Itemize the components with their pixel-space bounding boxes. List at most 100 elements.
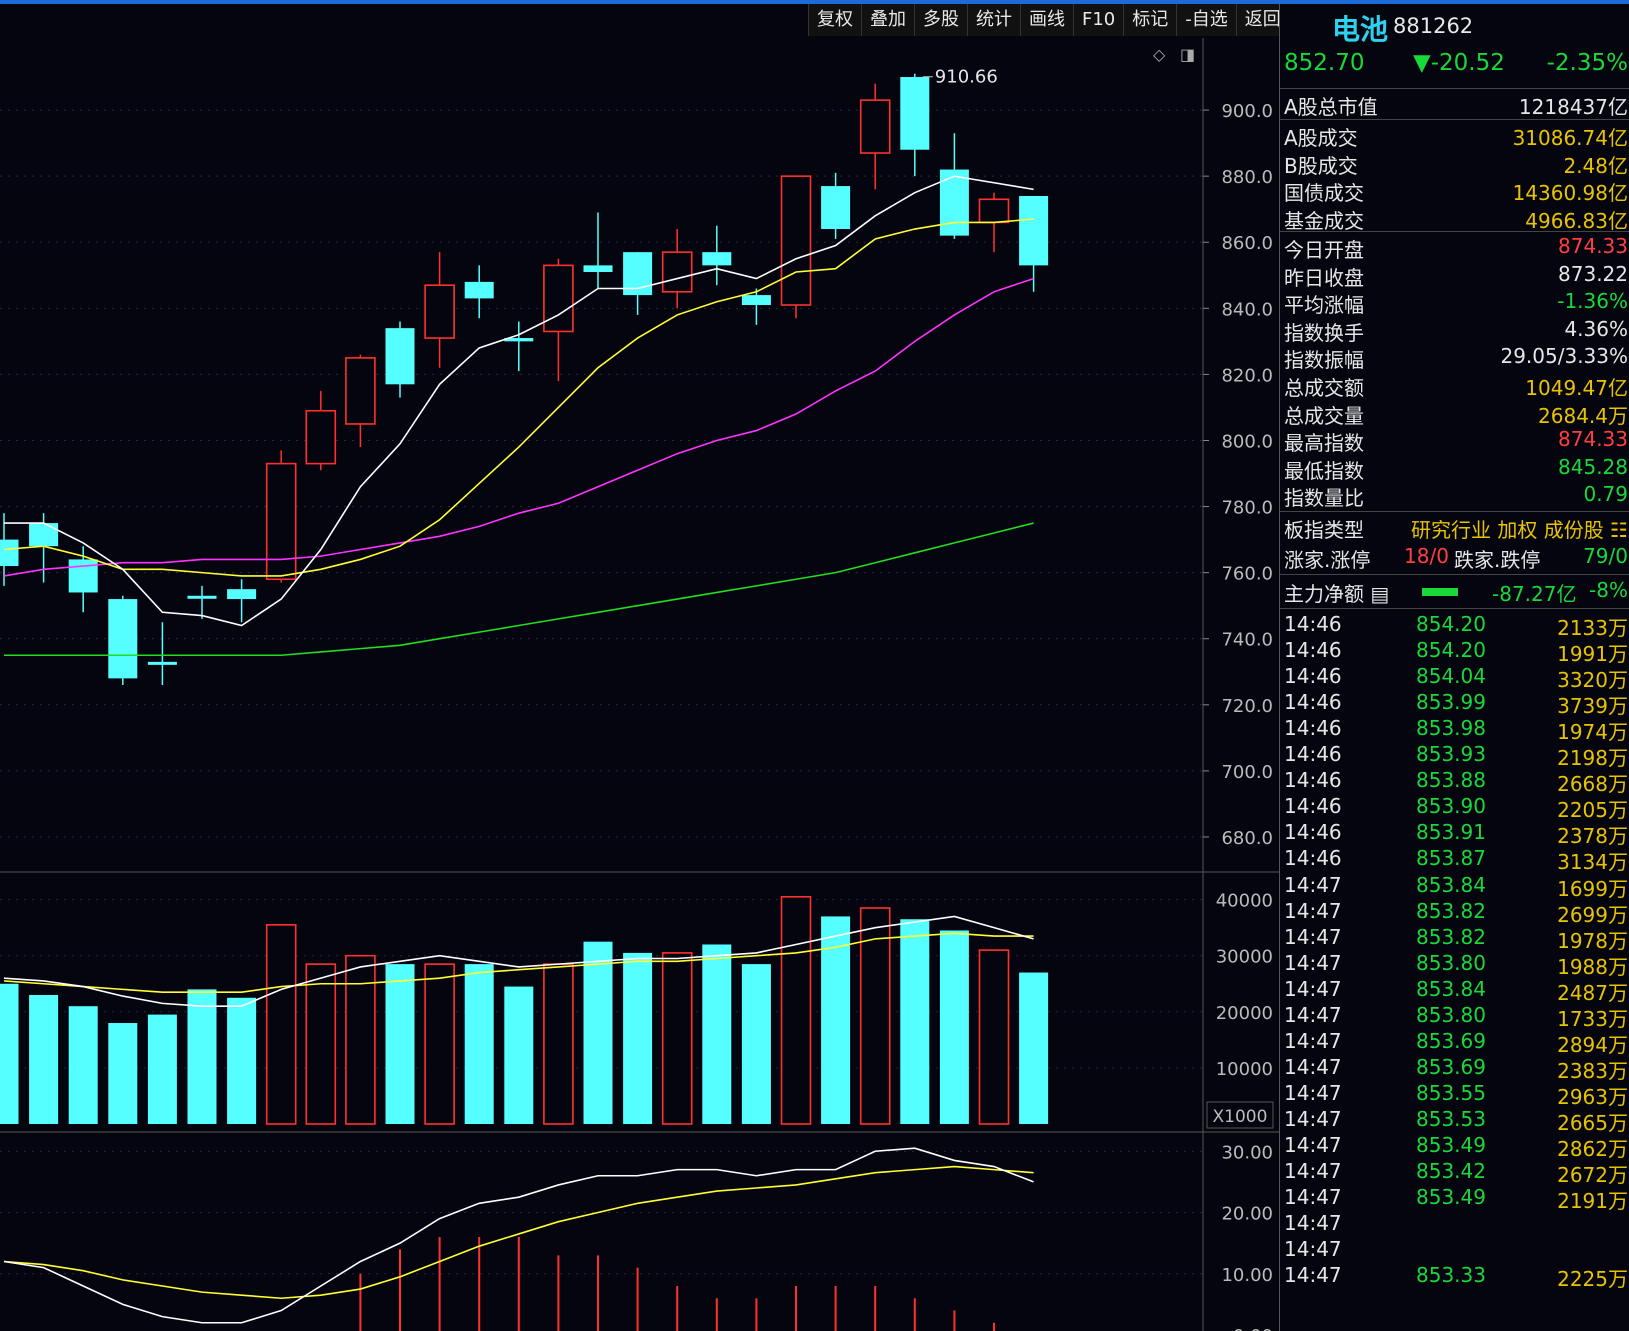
candle-body [661, 251, 693, 293]
tick-volume: 2205万 [1557, 798, 1628, 823]
candle-body [345, 357, 376, 425]
y-tick-label: 700.0 [1221, 762, 1273, 783]
tick-row: 14:46 853.91 2378万 [1280, 820, 1629, 848]
candle-body [543, 264, 574, 333]
stat-row: 国债成交 14360.98亿 [1280, 176, 1629, 205]
candle-body [464, 281, 494, 299]
candle-body [939, 169, 969, 236]
tick-volume: 1991万 [1557, 642, 1628, 667]
toolbar-button[interactable]: 复权 [808, 4, 861, 36]
candle-body [741, 295, 771, 306]
tick-price: 853.99 [1416, 690, 1486, 715]
stat-value: -1.36% [1557, 289, 1628, 314]
chart-toolbar: 复权 叠加 多股 统计 画线 F10 标记 -自选 返回 [808, 4, 1289, 36]
main-flow-label: 主力净额 ▤ [1284, 582, 1390, 606]
tick-price: 853.84 [1416, 976, 1486, 1001]
stat-value: 2.48亿 [1563, 153, 1628, 178]
candle-body [385, 328, 415, 385]
tick-row: 14:46 853.87 3134万 [1280, 846, 1629, 875]
tick-row: 14:47 853.55 2963万 [1280, 1080, 1629, 1109]
tick-price: 853.93 [1416, 742, 1486, 767]
stat-row: 指数量比 0.79 [1280, 481, 1629, 511]
toolbar-button[interactable]: -自选 [1176, 4, 1236, 36]
stat-label: 指数换手 [1284, 320, 1364, 345]
stat-label: 指数量比 [1284, 486, 1364, 511]
stat-value: 29.05/3.33% [1500, 344, 1628, 369]
high-label: 910.66 [935, 67, 998, 88]
tick-price: 853.42 [1416, 1159, 1486, 1184]
tick-volume: 3134万 [1557, 850, 1628, 875]
tick-time: 14:47 [1284, 1080, 1342, 1105]
stat-value: 874.33 [1558, 427, 1628, 452]
tick-price: 853.82 [1416, 924, 1486, 949]
tick-row: 14:47 853.33 2225万 [1280, 1263, 1629, 1291]
tick-row: 14:47 [1280, 1237, 1629, 1264]
quote-header: 电池 881262 852.70 ▼-20.52 -2.35% [1280, 4, 1629, 86]
tick-price: 853.69 [1416, 1028, 1486, 1053]
tick-price: 853.49 [1416, 1133, 1486, 1157]
tick-price: 853.91 [1416, 820, 1486, 845]
stat-value: 1218437亿 [1518, 95, 1628, 119]
volume-bar [741, 964, 771, 1124]
stat-row: 昨日收盘 873.22 [1280, 261, 1629, 290]
tick-volume: 2862万 [1557, 1137, 1628, 1161]
stat-label: 平均涨幅 [1284, 293, 1364, 318]
tick-row: 14:46 853.98 1974万 [1280, 716, 1629, 744]
stat-label: 指数振幅 [1284, 348, 1364, 373]
toolbar-button[interactable]: 叠加 [861, 4, 914, 36]
stat-value: 873.22 [1558, 261, 1628, 286]
main-flow-value: -87.27亿 [1492, 582, 1577, 606]
tick-time: 14:47 [1284, 872, 1342, 897]
y-tick-label: 20.00 [1221, 1204, 1273, 1225]
tick-row: 14:47 853.80 1733万 [1280, 1002, 1629, 1031]
main-flow-pct: -8% [1589, 578, 1628, 602]
tick-price: 853.98 [1416, 716, 1486, 741]
toolbar-button[interactable]: 标记 [1123, 4, 1177, 36]
volume-bar [187, 989, 217, 1124]
y-tick-label: 30000 [1216, 947, 1273, 968]
divider [1280, 511, 1629, 512]
board-type-row: 板指类型 研究行业 加权 成份股 ☷ [1280, 513, 1629, 542]
tick-row: 14:47 853.49 2191万 [1280, 1185, 1629, 1213]
board-type-value: 研究行业 加权 成份股 ☷ [1410, 518, 1628, 542]
tick-time: 14:47 [1284, 1002, 1342, 1027]
volume-bar [29, 994, 59, 1124]
tick-time: 14:46 [1284, 820, 1342, 845]
ma10-line [3, 218, 1034, 577]
toolbar-button[interactable]: 多股 [914, 4, 967, 36]
tick-volume: 1978万 [1557, 928, 1628, 953]
current-price: 852.70 [1284, 50, 1365, 76]
volume-bar [385, 964, 415, 1124]
stat-value: 4.36% [1564, 316, 1628, 341]
volume-bar [623, 952, 653, 1124]
tick-volume: 2672万 [1557, 1163, 1628, 1188]
tick-volume: 2894万 [1557, 1032, 1628, 1057]
stat-label: 总成交量 [1284, 403, 1364, 428]
stat-label: A股总市值 [1284, 95, 1378, 119]
divider [1280, 88, 1629, 89]
toolbar-button[interactable]: 统计 [967, 4, 1020, 36]
tick-time: 14:47 [1284, 1028, 1342, 1053]
candle-body [0, 539, 19, 567]
y-tick-label: 30.00 [1221, 1142, 1273, 1163]
stat-label: 最低指数 [1284, 458, 1364, 483]
volume-bar [661, 952, 693, 1125]
tick-row: 14:47 853.49 2862万 [1280, 1133, 1629, 1161]
toolbar-button[interactable]: F10 [1073, 4, 1124, 36]
toolbar-button[interactable]: 画线 [1020, 4, 1073, 36]
tick-price: 853.80 [1416, 950, 1486, 975]
volume-bar [68, 1006, 98, 1124]
volume-bar [583, 941, 613, 1124]
stat-value: 14360.98亿 [1512, 181, 1628, 205]
candle-body [702, 252, 732, 266]
volume-bar [780, 896, 812, 1125]
stat-label: 国债成交 [1284, 181, 1364, 205]
stat-row: 最低指数 845.28 [1280, 454, 1629, 483]
tick-row: 14:46 853.93 2198万 [1280, 742, 1629, 770]
tick-volume: 2963万 [1557, 1084, 1628, 1109]
tick-volume: 1733万 [1557, 1006, 1628, 1031]
chart-area[interactable]: 680.0 700.0 720.0 740.0 760.0 780.0 800.0 820.0… [0, 4, 1279, 1331]
stat-label: 基金成交 [1284, 208, 1364, 233]
candle-body [147, 661, 177, 665]
tick-time: 14:47 [1284, 898, 1342, 923]
